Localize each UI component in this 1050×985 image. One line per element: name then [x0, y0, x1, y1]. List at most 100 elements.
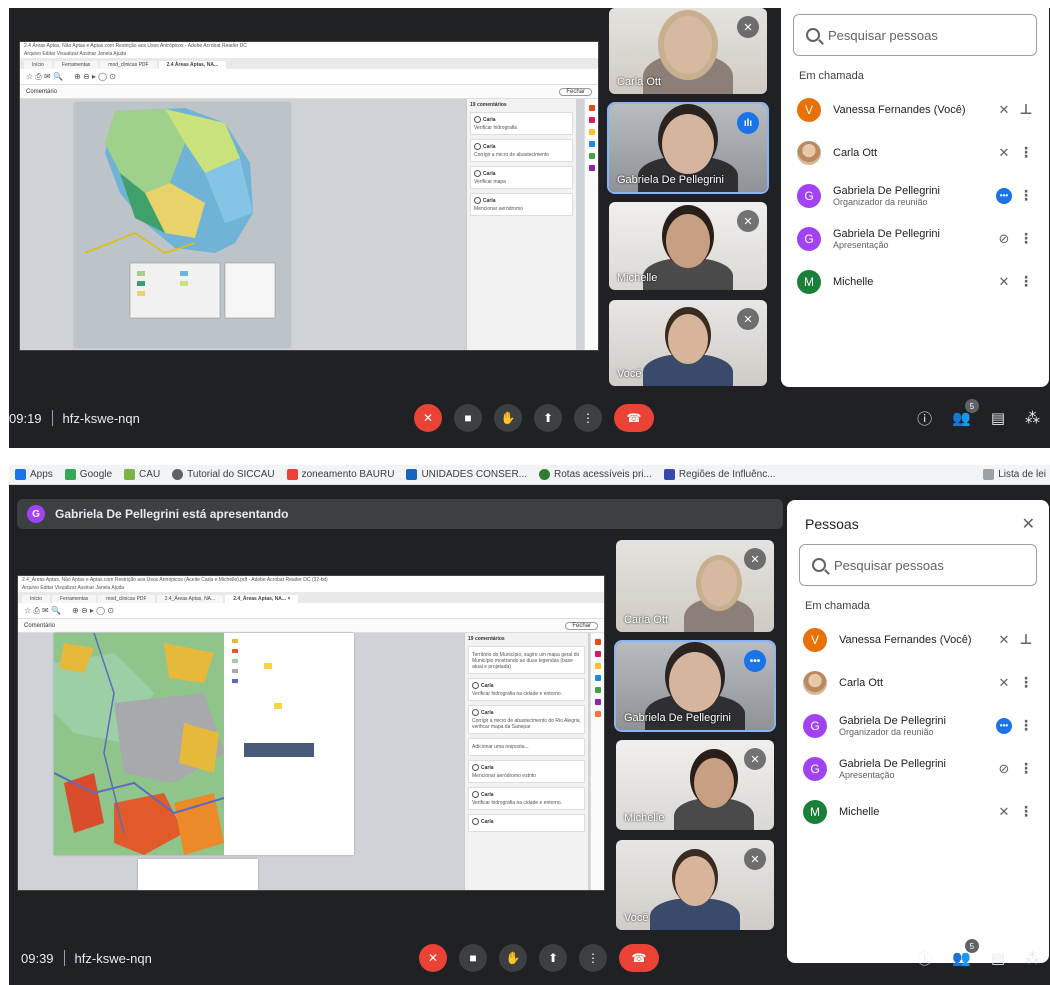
presenting-text: Gabriela De Pellegrini está apresentando: [55, 507, 289, 521]
tile-name: Você: [624, 912, 649, 924]
people-icon[interactable]: 👥 5: [952, 939, 979, 967]
comment-text: Mencionar aeródromo estrito: [472, 773, 536, 779]
more-options-icon[interactable]: ⋮: [1017, 230, 1035, 247]
mic-off-icon: ✕: [737, 308, 759, 330]
tile-michelle[interactable]: ✕ Michelle: [616, 740, 774, 830]
pdf-tab[interactable]: 2.4_Áreas Aptas, NA...: [156, 595, 224, 603]
bookmark-cau[interactable]: CAU: [124, 469, 160, 480]
more-options-icon[interactable]: ⋮: [1017, 187, 1035, 204]
comment-card[interactable]: Carla: [468, 814, 585, 832]
list-icon: [983, 469, 995, 480]
comment-text: Adicionar uma resposta...: [472, 744, 529, 750]
pdf-tab-active[interactable]: 2.4_Áreas Aptas, NA... ×: [225, 595, 299, 603]
pdf-tab[interactable]: Início: [22, 595, 50, 603]
call-controls: ✕ ■ ✋ ⬆ ⋮ ☎: [414, 404, 654, 432]
info-icon[interactable]: ⓘ: [917, 948, 932, 969]
comment-card[interactable]: Carla Corrigir a micro de abastecimento d…: [468, 705, 585, 734]
raise-hand-button[interactable]: ✋: [499, 944, 527, 972]
comment-text: Território do Município, sugiro um mapa …: [472, 652, 580, 670]
participant-name: Vanessa Fernandes (Você): [839, 633, 972, 646]
close-icon[interactable]: ✕: [1022, 514, 1035, 534]
mic-toggle-button[interactable]: ✕: [419, 944, 447, 972]
call-controls: ✕ ■ ✋ ⬆ ⋮ ☎: [419, 944, 659, 972]
comment-card[interactable]: Carla Verificar hidrografia na cidade e e…: [468, 678, 585, 701]
present-button[interactable]: ⬆: [539, 944, 567, 972]
comment-card[interactable]: Carla Mencionar aeródromo estrito: [468, 760, 585, 783]
raise-hand-button[interactable]: ✋: [494, 404, 522, 432]
more-options-icon[interactable]: ⋮: [1017, 273, 1035, 290]
more-options-icon[interactable]: ⋮: [1017, 760, 1035, 777]
leave-call-button[interactable]: ☎: [619, 944, 659, 972]
tile-gabriela[interactable]: ••• Gabriela De Pellegrini: [614, 640, 776, 732]
participant-row[interactable]: Carla Ott ✕ ⋮: [787, 661, 1049, 704]
meet-window-bottom: G Gabriela De Pellegrini está apresentan…: [9, 465, 1050, 985]
camera-button[interactable]: ■: [454, 404, 482, 432]
mic-toggle-button[interactable]: ✕: [414, 404, 442, 432]
comment-card[interactable]: Adicionar uma resposta...: [468, 738, 585, 756]
more-options-button[interactable]: ⋮: [574, 404, 602, 432]
participant-row[interactable]: G Gabriela De Pellegrini Organizador da re…: [787, 704, 1049, 747]
tile-carla[interactable]: ✕ Carla Ott: [609, 8, 767, 94]
bookmark-apps[interactable]: Apps: [15, 469, 53, 480]
mic-off-icon: ✕: [737, 16, 759, 38]
pdf-page-next: [138, 859, 258, 890]
pin-icon[interactable]: ⊥: [1017, 631, 1035, 648]
participant-row[interactable]: G Gabriela De Pellegrini Organizador da re…: [781, 174, 1049, 217]
bookmark-zoneamento[interactable]: zoneamento BAURU: [286, 469, 394, 480]
tile-carla[interactable]: ✕ Carla Ott: [616, 540, 774, 632]
zoning-map: [54, 633, 354, 855]
info-icon[interactable]: ⓘ: [917, 408, 932, 429]
present-button[interactable]: ⬆: [534, 404, 562, 432]
participant-name: Vanessa Fernandes (Você): [833, 103, 966, 116]
pdf-close-button[interactable]: Fechar: [559, 87, 592, 96]
participant-row[interactable]: G Gabriela De Pellegrini Apresentação ⊘ ⋮: [781, 217, 1049, 260]
activities-icon[interactable]: ⁂: [1025, 409, 1040, 427]
tile-michelle[interactable]: ✕ Michelle: [609, 202, 767, 290]
chat-icon[interactable]: ▤: [991, 409, 1005, 427]
tile-gabriela[interactable]: ılı Gabriela De Pellegrini: [607, 102, 769, 194]
pdf-tab[interactable]: mod_clinicas PDF: [98, 595, 155, 603]
pdf-tab[interactable]: Ferramentas: [51, 595, 97, 603]
mic-off-icon: ✕: [998, 101, 1010, 117]
shared-screen: 2.4 Áreas Aptas, Não Aptas e Aptas com R…: [19, 41, 599, 351]
bookmark-unidades[interactable]: UNIDADES CONSER...: [406, 469, 527, 480]
meeting-code: hfz-kswe-nqn: [74, 950, 152, 966]
side-controls: ⓘ 👥 5 ▤ ⁂: [917, 939, 1040, 969]
more-options-icon[interactable]: ⋮: [1017, 717, 1035, 734]
more-options-icon[interactable]: ⋮: [1017, 674, 1035, 691]
chat-icon[interactable]: ▤: [991, 949, 1005, 967]
pin-icon[interactable]: ⊥: [1017, 101, 1035, 118]
mic-off-icon: ✕: [998, 803, 1010, 819]
pdf-close-button[interactable]: Fechar: [565, 621, 598, 630]
participant-row[interactable]: G Gabriela De Pellegrini Apresentação ⊘ ⋮: [787, 747, 1049, 790]
search-input[interactable]: Pesquisar pessoas: [793, 14, 1037, 56]
activities-icon[interactable]: ⁂: [1025, 949, 1040, 967]
apps-icon: [15, 469, 26, 480]
reading-list[interactable]: Lista de lei: [983, 469, 1050, 480]
comment-card[interactable]: Carla Verificar hidrografia na cidade e e…: [468, 787, 585, 810]
bookmark-google[interactable]: Google: [64, 469, 112, 480]
participant-row[interactable]: Carla Ott ✕ ⋮: [781, 131, 1049, 174]
leave-call-button[interactable]: ☎: [614, 404, 654, 432]
participant-row[interactable]: M Michelle ✕ ⋮: [787, 790, 1049, 833]
globe-icon: [539, 469, 551, 480]
comment-card[interactable]: Território do Município, sugiro um mapa …: [468, 646, 585, 674]
people-icon[interactable]: 👥 5: [952, 399, 979, 427]
bookmark-rotas[interactable]: Rotas acessíveis pri...: [539, 469, 652, 480]
more-options-button[interactable]: ⋮: [579, 944, 607, 972]
participant-row[interactable]: V Vanessa Fernandes (Você) ✕ ⊥: [787, 618, 1049, 661]
more-options-icon[interactable]: ⋮: [1017, 803, 1035, 820]
search-input[interactable]: Pesquisar pessoas: [799, 544, 1037, 586]
tile-name: Gabriela De Pellegrini: [624, 712, 731, 724]
more-options-icon[interactable]: ⋮: [1017, 144, 1035, 161]
bookmark-siccau[interactable]: Tutorial do SICCAU: [172, 469, 275, 480]
tile-voce[interactable]: ✕ Você: [609, 300, 767, 386]
participant-row[interactable]: V Vanessa Fernandes (Você) ✕ ⊥: [781, 88, 1049, 131]
camera-button[interactable]: ■: [459, 944, 487, 972]
panel-title: Pessoas: [805, 516, 859, 532]
participant-row[interactable]: M Michelle ✕ ⋮: [781, 260, 1049, 303]
tile-voce[interactable]: ✕ Você: [616, 840, 774, 930]
bookmark-regioes[interactable]: Regiões de Influênc...: [663, 469, 776, 480]
pdf-comment-bar: Comentário Fechar: [20, 85, 598, 99]
pdf-comment-bar: Comentário Fechar: [18, 619, 604, 633]
